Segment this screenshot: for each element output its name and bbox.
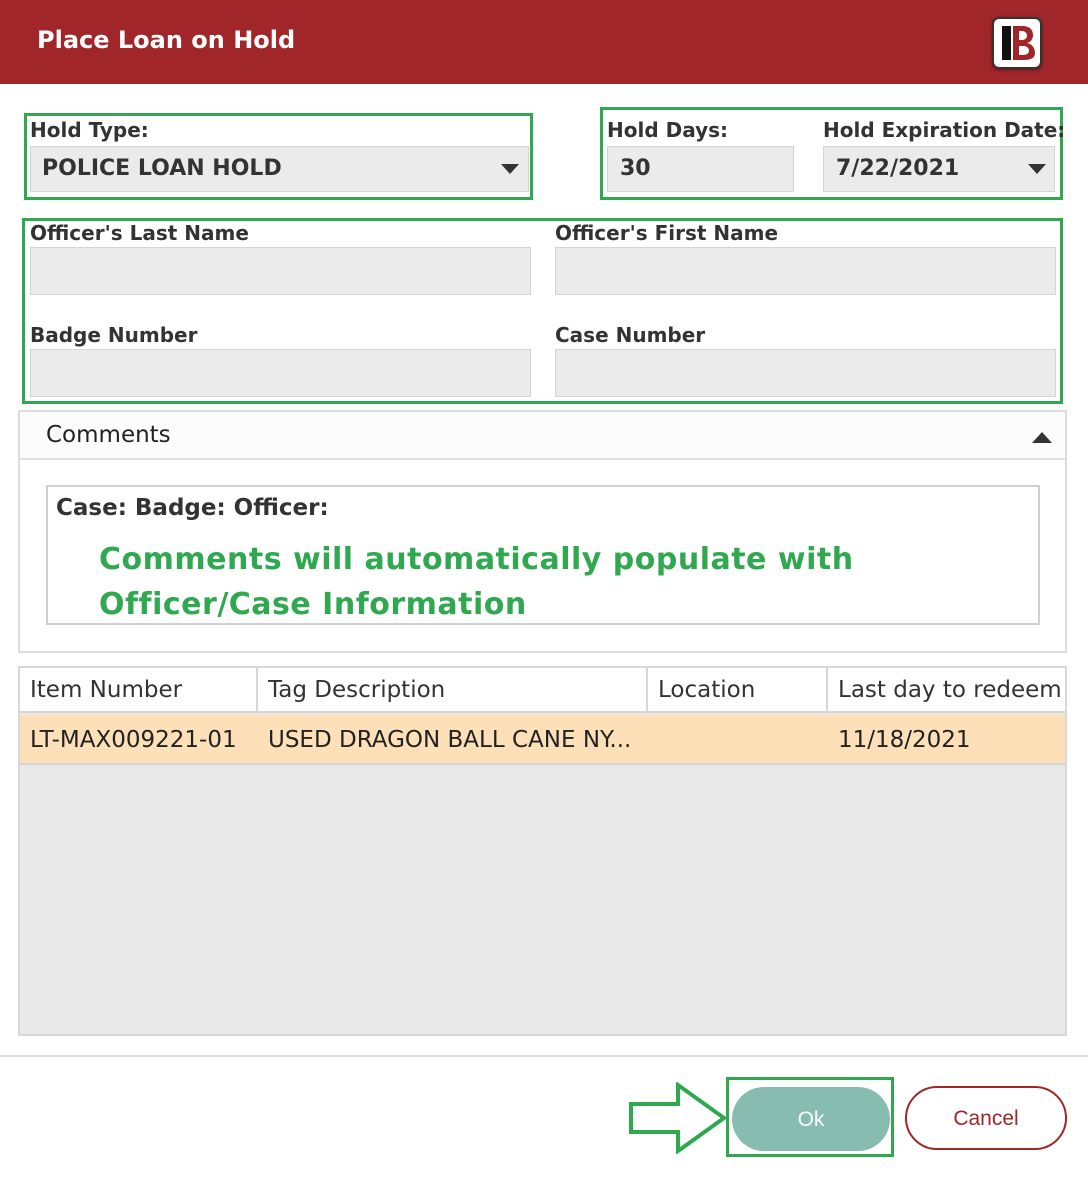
hold-days-field[interactable]: 30 (607, 146, 794, 192)
hold-expiration-value: 7/22/2021 (836, 156, 960, 181)
hold-days-value: 30 (620, 156, 651, 181)
comments-note-line2: Officer/Case Information (99, 587, 527, 622)
hold-type-dropdown[interactable]: POLICE LOAN HOLD (30, 146, 529, 192)
hold-expiration-label: Hold Expiration Date: (823, 118, 1066, 142)
collapse-icon[interactable] (1032, 428, 1052, 447)
column-header-last-day[interactable]: Last day to redeem (838, 677, 1062, 703)
officer-last-name-input[interactable] (30, 247, 531, 295)
hold-type-label: Hold Type: (30, 118, 149, 142)
footer-divider (0, 1055, 1088, 1057)
comments-text: Case: Badge: Officer: (56, 495, 329, 521)
hold-days-label: Hold Days: (607, 118, 729, 142)
column-header-tag-description[interactable]: Tag Description (268, 677, 445, 703)
chevron-down-icon[interactable] (501, 164, 519, 175)
cell-last-day: 11/18/2021 (838, 727, 971, 753)
cancel-button[interactable]: Cancel (905, 1086, 1067, 1150)
window-title: Place Loan on Hold (37, 26, 296, 54)
hold-type-value: POLICE LOAN HOLD (42, 156, 282, 181)
comments-header[interactable] (20, 412, 1065, 460)
case-number-label: Case Number (555, 323, 706, 347)
ok-button[interactable]: Ok (732, 1087, 890, 1151)
badge-number-input[interactable] (30, 349, 531, 397)
officer-last-name-label: Officer's Last Name (30, 221, 249, 245)
hold-expiration-datepicker[interactable]: 7/22/2021 (823, 146, 1055, 192)
chevron-down-icon[interactable] (1028, 164, 1046, 175)
cell-tag-description: USED DRAGON BALL CANE NY... (268, 727, 632, 753)
case-number-input[interactable] (555, 349, 1056, 397)
cell-item-number: LT-MAX009221-01 (30, 727, 237, 753)
column-divider[interactable] (826, 668, 828, 713)
officer-first-name-label: Officer's First Name (555, 221, 779, 245)
comments-note-line1: Comments will automatically populate wit… (99, 542, 854, 577)
badge-number-label: Badge Number (30, 323, 198, 347)
column-header-item-number[interactable]: Item Number (30, 677, 182, 703)
officer-first-name-input[interactable] (555, 247, 1056, 295)
column-divider[interactable] (646, 668, 648, 713)
column-divider[interactable] (256, 668, 258, 713)
arrow-right-icon (628, 1081, 728, 1158)
column-header-location[interactable]: Location (658, 677, 755, 703)
comments-title: Comments (46, 422, 171, 448)
app-logo-icon (992, 17, 1042, 69)
